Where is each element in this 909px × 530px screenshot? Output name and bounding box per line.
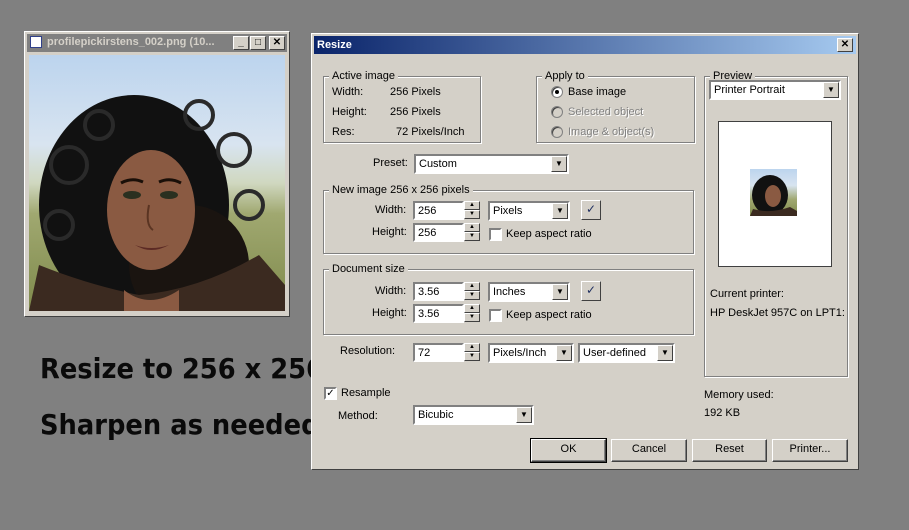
resample-checkbox[interactable]: ✓ xyxy=(324,387,337,400)
preview-select[interactable]: Printer Portrait ▼ xyxy=(709,80,841,100)
chevron-down-icon[interactable]: ▼ xyxy=(823,82,839,98)
preset-value: Custom xyxy=(419,158,457,170)
preset-select[interactable]: Custom ▼ xyxy=(414,154,569,174)
new-unit-value: Pixels xyxy=(493,205,523,217)
chevron-down-icon[interactable]: ▼ xyxy=(516,407,532,423)
portrait-image xyxy=(29,55,285,311)
current-printer-label: Current printer: xyxy=(710,288,784,300)
spin-up-icon[interactable]: ▲ xyxy=(464,304,480,313)
active-image-label: Active image xyxy=(329,70,398,82)
active-width-value: 256 Pixels xyxy=(390,86,441,98)
doc-unit-select[interactable]: Inches ▼ xyxy=(488,282,570,302)
spin-up-icon[interactable]: ▲ xyxy=(464,282,480,291)
resolution-spinner[interactable]: ▲ ▼ xyxy=(464,343,480,362)
resolution-mode-value: User-defined xyxy=(583,347,646,359)
image-file-icon xyxy=(30,36,42,48)
caption-line-1: Resize to 256 x 256 xyxy=(40,352,324,385)
chevron-down-icon[interactable]: ▼ xyxy=(552,203,568,219)
spin-down-icon[interactable]: ▼ xyxy=(464,210,480,219)
image-window: profilepickirstens_002.png (10... _ □ ✕ xyxy=(24,31,290,317)
apply-to-label: Apply to xyxy=(542,70,588,82)
chevron-down-icon[interactable]: ▼ xyxy=(657,345,673,361)
doc-height-input[interactable]: 3.56 xyxy=(413,304,464,323)
memory-value: 192 KB xyxy=(704,407,741,419)
method-value: Bicubic xyxy=(418,409,454,421)
method-label: Method: xyxy=(338,410,378,422)
doc-keep-aspect-label: Keep aspect ratio xyxy=(506,309,592,321)
active-height-label: Height: xyxy=(332,106,367,118)
radio-image-and-objects[interactable] xyxy=(551,126,563,138)
dialog-title: Resize xyxy=(317,39,352,51)
maximize-button[interactable]: □ xyxy=(250,36,266,50)
spin-down-icon[interactable]: ▼ xyxy=(464,352,480,361)
spin-up-icon[interactable]: ▲ xyxy=(464,201,480,210)
chevron-down-icon[interactable]: ▼ xyxy=(552,284,568,300)
radio-base-image[interactable] xyxy=(551,86,563,98)
reset-button[interactable]: Reset xyxy=(692,439,767,462)
image-and-objects-label: Image & object(s) xyxy=(568,126,655,138)
cancel-button[interactable]: Cancel xyxy=(611,439,687,462)
spin-up-icon[interactable]: ▲ xyxy=(464,223,480,232)
active-res-label: Res: xyxy=(332,126,355,138)
chevron-down-icon[interactable]: ▼ xyxy=(556,345,572,361)
resolution-input[interactable]: 72 xyxy=(413,343,464,362)
new-height-spinner[interactable]: ▲ ▼ xyxy=(464,223,480,242)
spin-down-icon[interactable]: ▼ xyxy=(464,291,480,300)
doc-height-label: Height: xyxy=(372,307,407,319)
new-width-spinner[interactable]: ▲ ▼ xyxy=(464,201,480,220)
doc-keep-aspect-checkbox[interactable] xyxy=(489,309,502,322)
close-button[interactable]: ✕ xyxy=(269,36,285,50)
new-keep-aspect-checkbox[interactable] xyxy=(489,228,502,241)
resolution-unit-select[interactable]: Pixels/Inch ▼ xyxy=(488,343,574,363)
minimize-button[interactable]: _ xyxy=(233,36,249,50)
current-printer-value: HP DeskJet 957C on LPT1: xyxy=(710,307,845,319)
caption-line-2: Sharpen as needed xyxy=(40,408,320,441)
active-height-value: 256 Pixels xyxy=(390,106,441,118)
new-unit-select[interactable]: Pixels ▼ xyxy=(488,201,570,221)
ok-button[interactable]: OK xyxy=(530,438,607,463)
resolution-mode-select[interactable]: User-defined ▼ xyxy=(578,343,675,363)
doc-height-spinner[interactable]: ▲ ▼ xyxy=(464,304,480,323)
active-width-label: Width: xyxy=(332,86,364,98)
doc-width-label: Width: xyxy=(375,285,407,297)
selected-object-label: Selected object xyxy=(568,106,644,118)
preview-value: Printer Portrait xyxy=(714,84,785,96)
new-width-label: Width: xyxy=(375,204,407,216)
image-window-title: profilepickirstens_002.png (10... xyxy=(47,36,215,48)
new-height-label: Height: xyxy=(372,226,407,238)
printer-button[interactable]: Printer... xyxy=(772,439,848,462)
doc-lock-aspect-button[interactable]: ✓ xyxy=(581,281,601,301)
spin-up-icon[interactable]: ▲ xyxy=(464,343,480,352)
memory-label: Memory used: xyxy=(704,389,774,401)
chevron-down-icon[interactable]: ▼ xyxy=(551,156,567,172)
new-image-label: New image 256 x 256 pixels xyxy=(329,184,473,196)
radio-selected-object[interactable] xyxy=(551,106,563,118)
new-keep-aspect-label: Keep aspect ratio xyxy=(506,228,592,240)
resize-dialog: Resize ✕ Active image Width: 256 Pixels … xyxy=(311,33,859,470)
image-window-titlebar[interactable]: profilepickirstens_002.png (10... _ □ ✕ xyxy=(27,34,287,52)
dialog-close-button[interactable]: ✕ xyxy=(837,38,853,52)
new-width-input[interactable]: 256 xyxy=(413,201,464,220)
doc-width-spinner[interactable]: ▲ ▼ xyxy=(464,282,480,301)
spin-down-icon[interactable]: ▼ xyxy=(464,232,480,241)
active-res-value: 72 Pixels/Inch xyxy=(396,126,465,138)
resolution-unit-value: Pixels/Inch xyxy=(493,347,547,359)
spin-down-icon[interactable]: ▼ xyxy=(464,313,480,322)
method-select[interactable]: Bicubic ▼ xyxy=(413,405,534,425)
new-height-input[interactable]: 256 xyxy=(413,223,464,242)
doc-unit-value: Inches xyxy=(493,286,526,298)
preset-label: Preset: xyxy=(373,157,408,169)
dialog-titlebar[interactable]: Resize ✕ xyxy=(314,36,856,54)
document-size-label: Document size xyxy=(329,263,408,275)
resolution-label: Resolution: xyxy=(340,345,396,357)
resample-label: Resample xyxy=(341,387,391,399)
lock-aspect-button[interactable]: ✓ xyxy=(581,200,601,220)
base-image-label: Base image xyxy=(568,86,627,98)
doc-width-input[interactable]: 3.56 xyxy=(413,282,464,301)
preview-thumbnail xyxy=(750,169,797,216)
